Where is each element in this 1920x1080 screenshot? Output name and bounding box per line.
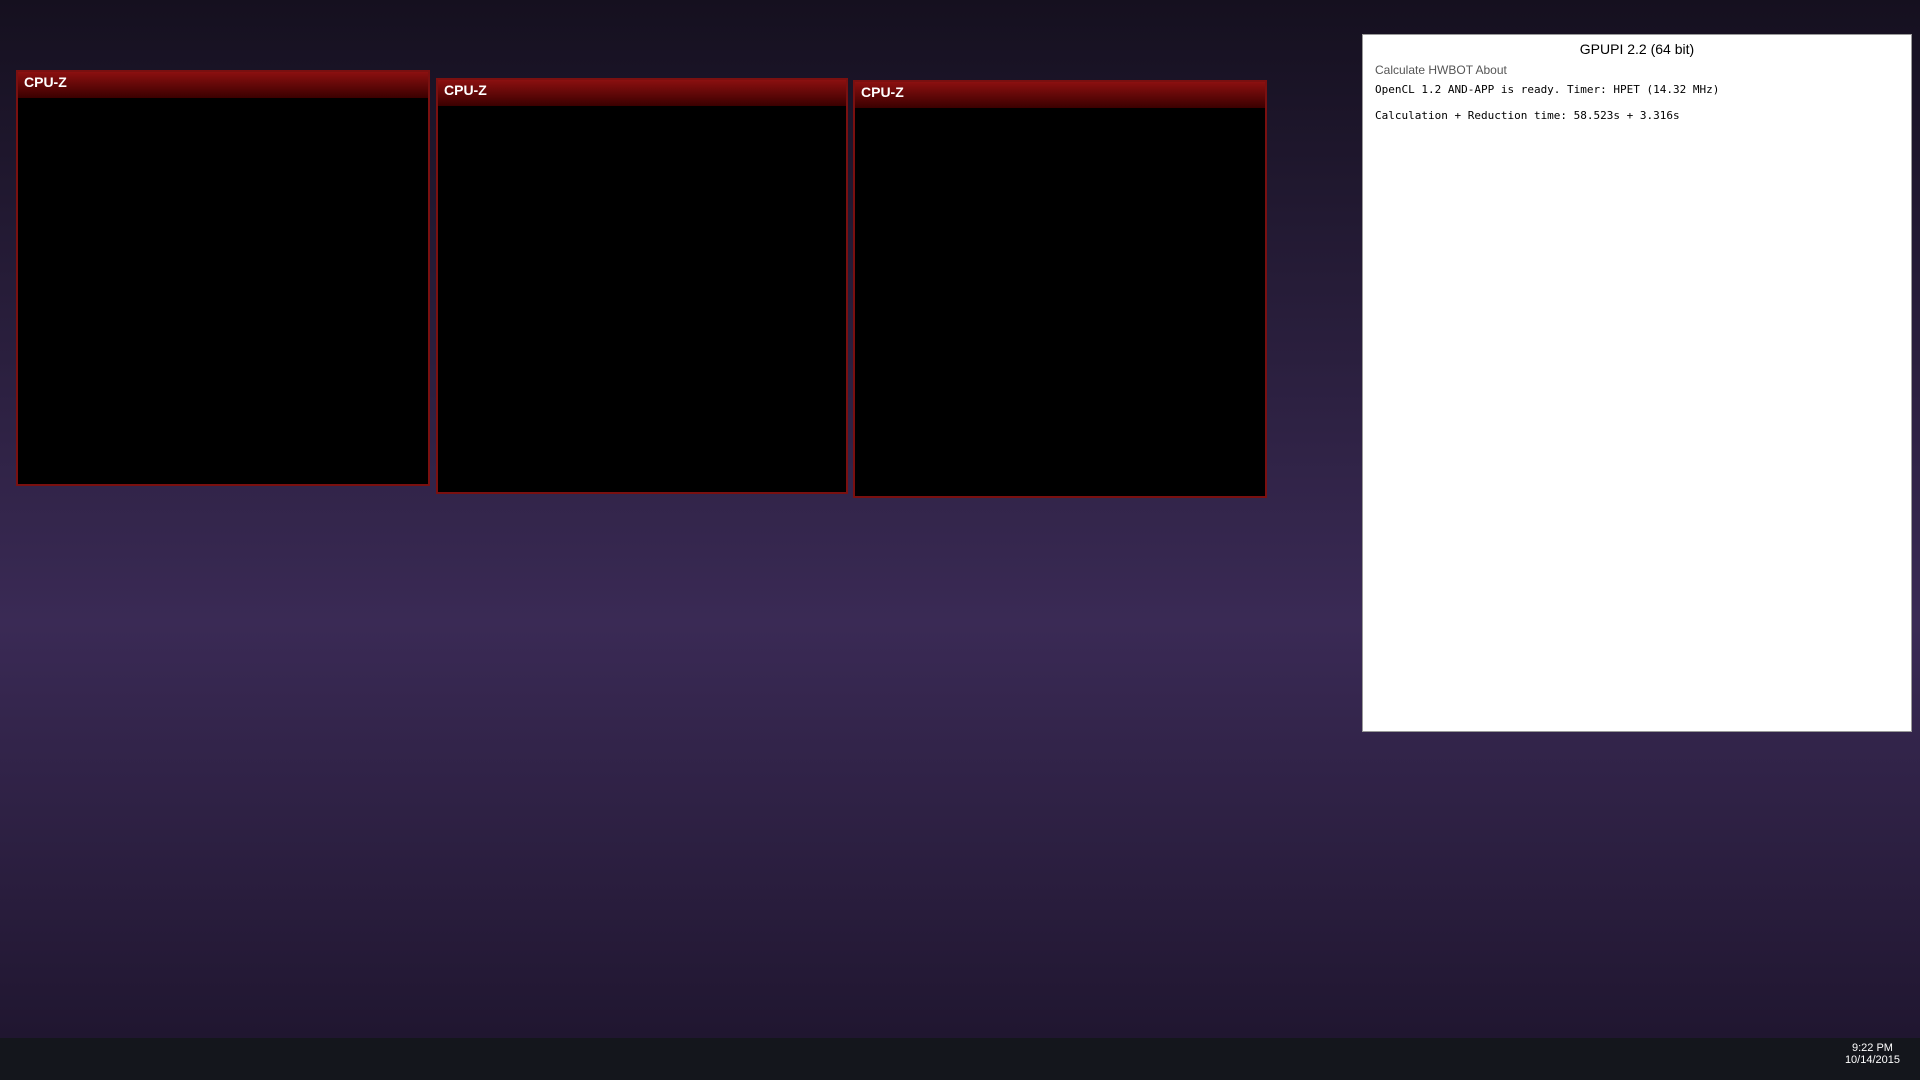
menu[interactable]: Calculate HWBOT About — [1363, 63, 1911, 77]
clock[interactable]: 9:22 PM 10/14/2015 — [1845, 1042, 1900, 1066]
title: CPU-Z — [855, 82, 1265, 108]
title: CPU-Z — [18, 72, 428, 98]
title: GPUPI 2.2 (64 bit) — [1579, 41, 1695, 57]
time: 9:22 PM — [1851, 1042, 1893, 1054]
cpuz-cpu-window[interactable]: CPU-Z — [16, 70, 430, 486]
taskbar: 9:22 PM 10/14/2015 — [0, 1038, 1920, 1080]
cpuz-memory-window[interactable]: CPU-Z — [436, 78, 848, 494]
log: OpenCL 1.2 AND-APP is ready. Timer: HPET… — [1375, 83, 1720, 122]
date: 10/14/2015 — [1844, 1054, 1900, 1066]
title: CPU-Z — [438, 80, 846, 106]
gpupi-window[interactable]: GPUPI 2.2 (64 bit) Calculate HWBOT About O… — [1362, 34, 1912, 732]
cpuz-spd-window[interactable]: CPU-Z — [853, 80, 1267, 498]
